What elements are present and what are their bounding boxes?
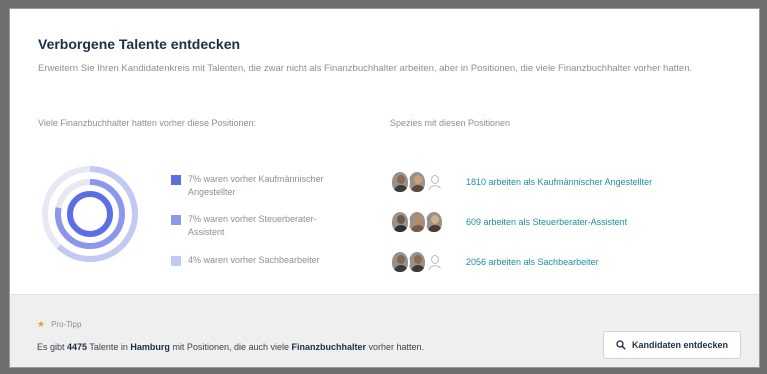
talent-count: 4475 — [67, 342, 88, 352]
pro-tip-footer: ★ Pro-Tipp Es gibt 4475 Talente in Hambur… — [10, 294, 759, 367]
avatar-group — [390, 250, 464, 276]
ring-inner — [67, 191, 113, 237]
avatar — [390, 170, 410, 194]
card-title: Verborgene Talente entdecken — [38, 36, 241, 52]
legend-swatch — [171, 175, 181, 185]
legend-item-sachbearbeiter: 4% waren vorher Sachbearbeiter — [171, 254, 351, 267]
previous-positions-heading: Viele Finanzbuchhalter hatten vorher die… — [38, 118, 256, 128]
position-link[interactable]: 609 arbeiten als Steuerberater-Assistent — [466, 217, 627, 227]
city-name: Hamburg — [130, 342, 170, 352]
avatar — [407, 250, 427, 274]
search-icon — [616, 340, 626, 350]
avatar — [407, 210, 427, 234]
legend-label: 7% waren vorher Kaufmännischer Angestell… — [188, 174, 324, 197]
hidden-talents-card: Verborgene Talente entdecken Erweitern S… — [9, 8, 760, 368]
placeholder-avatar — [424, 170, 444, 194]
avatar — [407, 170, 427, 194]
avatar — [390, 250, 410, 274]
talent-summary: Es gibt 4475 Talente in Hamburg mit Posi… — [37, 342, 424, 352]
summary-text: vorher hatten. — [366, 342, 425, 352]
position-link[interactable]: 1810 arbeiten als Kaufmännischer Angeste… — [466, 177, 652, 187]
summary-text: mit Positionen, die auch viele — [169, 342, 292, 352]
legend-swatch — [171, 256, 181, 266]
legend-swatch — [171, 215, 181, 225]
avatar — [424, 210, 444, 234]
avatar-group — [390, 210, 464, 236]
position-link[interactable]: 2056 arbeiten als Sachbearbeiter — [466, 257, 599, 267]
pro-tip-label: ★ Pro-Tipp — [37, 319, 81, 330]
avatar — [390, 210, 410, 234]
summary-text: Talente in — [87, 342, 131, 352]
related-positions-heading: Spezies mit diesen Positionen — [390, 118, 511, 128]
summary-text: Es gibt — [37, 342, 68, 352]
discover-candidates-label: Kandidaten entdecken — [631, 340, 729, 350]
concentric-ring-chart — [42, 166, 138, 262]
legend-label: 7% waren vorher Steuerberater-Assistent — [188, 214, 317, 237]
legend-item-steuerberater-assistent: 7% waren vorher Steuerberater-Assistent — [171, 213, 351, 239]
avatar-group — [390, 170, 464, 196]
legend-item-kaufmaennischer-angestellter: 7% waren vorher Kaufmännischer Angestell… — [171, 173, 351, 199]
pro-tip-text: Pro-Tipp — [51, 320, 82, 329]
card-description: Erweitern Sie Ihren Kandidatenkreis mit … — [38, 63, 693, 74]
discover-candidates-button[interactable]: Kandidaten entdecken — [603, 331, 741, 359]
role-name: Finanzbuchhalter — [291, 342, 367, 352]
legend-label: 4% waren vorher Sachbearbeiter — [188, 255, 320, 265]
placeholder-avatar — [424, 250, 444, 274]
star-icon: ★ — [37, 319, 46, 329]
